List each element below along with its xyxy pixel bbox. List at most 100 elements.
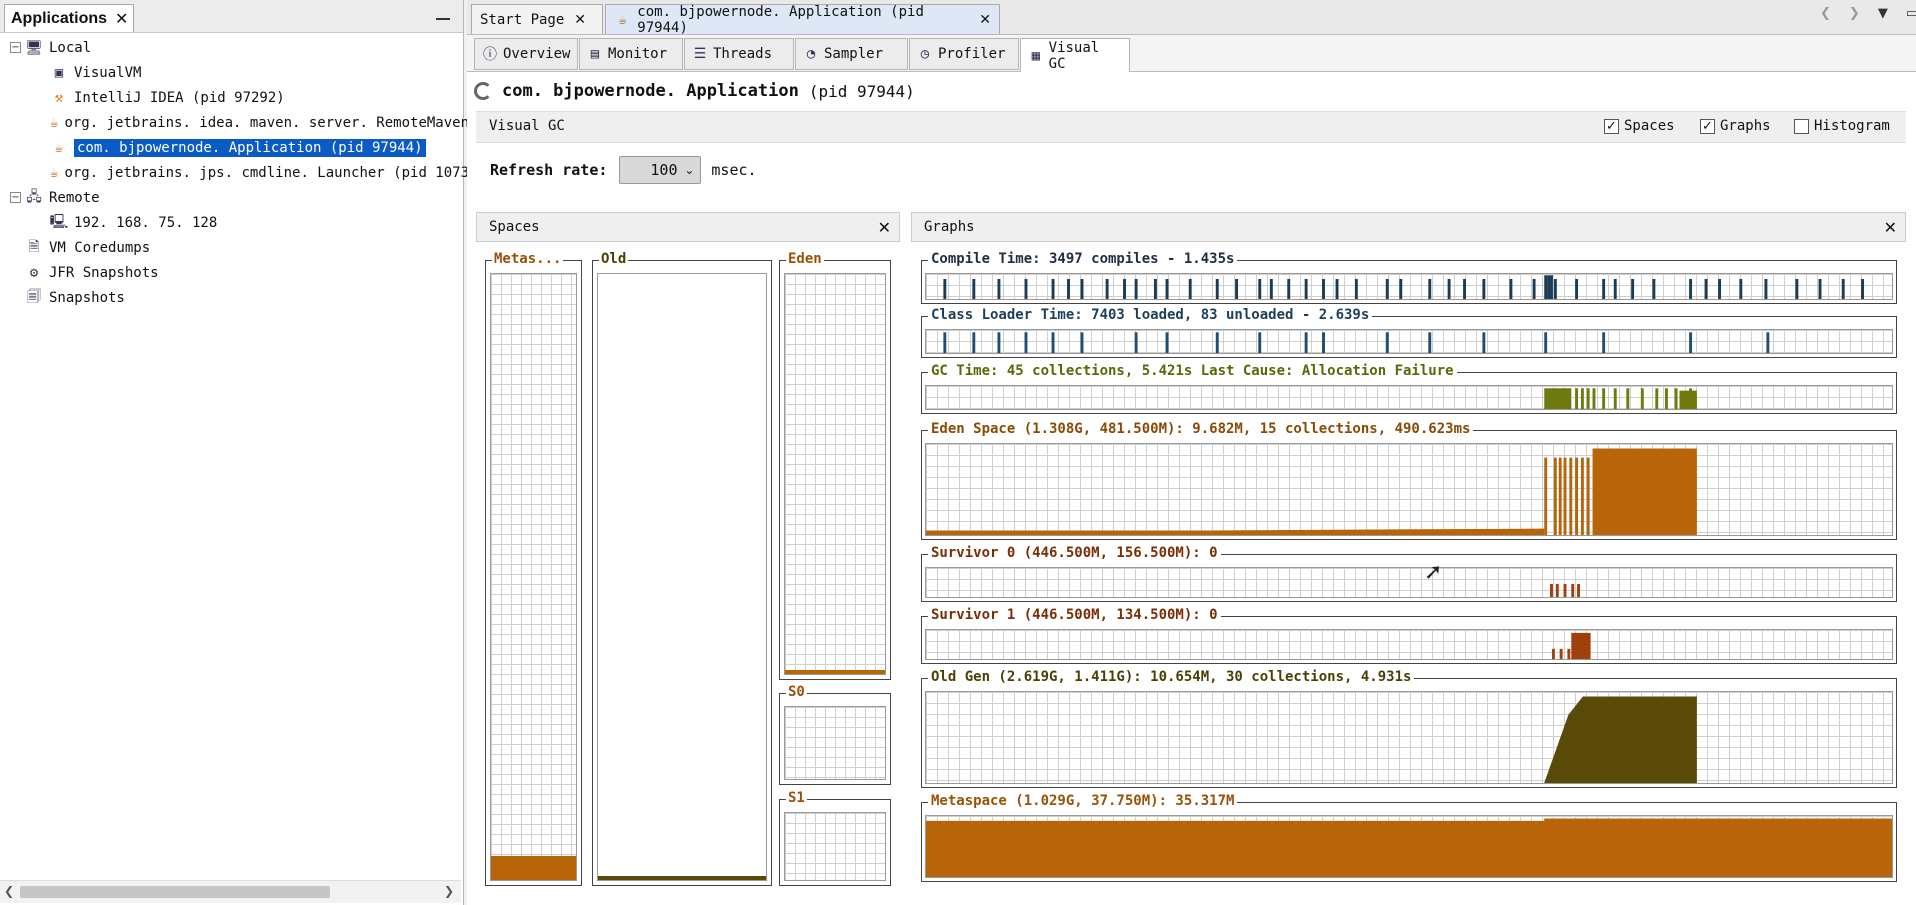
spike-mark	[1304, 332, 1308, 353]
tree-item[interactable]: ⚒ IntelliJ IDEA (pid 97292)	[10, 85, 460, 110]
close-icon[interactable]: ✕	[115, 9, 128, 29]
space-label: Metas...	[492, 251, 564, 267]
spike-mark	[1602, 279, 1606, 299]
space-fill	[491, 855, 576, 880]
java-icon: ☕	[50, 164, 59, 181]
tree-item[interactable]: ⚙ JFR Snapshots	[10, 260, 460, 285]
space-old: Old	[592, 251, 772, 886]
scroll-tabs-left-icon[interactable]: ❮	[1820, 6, 1831, 26]
spike-mark	[997, 279, 1001, 299]
java-icon: ☕	[618, 11, 627, 28]
spike-mark	[1613, 279, 1617, 299]
spike-mark	[1739, 279, 1743, 299]
space-grid	[784, 273, 886, 675]
tab-visual-gc[interactable]: ▦ Visual GC	[1020, 38, 1130, 72]
checkmark-icon[interactable]: ✓	[1604, 118, 1619, 134]
collapse-toggle-icon[interactable]: −	[10, 42, 21, 53]
close-icon[interactable]: ✕	[1884, 218, 1897, 237]
tree-item-label: org. jetbrains. idea. maven. server. Rem…	[64, 114, 486, 131]
space-grid	[597, 273, 767, 881]
tree-item[interactable]: 🖳 192. 168. 75. 128	[10, 210, 460, 235]
space-label: Old	[599, 251, 629, 267]
spike-mark	[1575, 388, 1579, 409]
tab-list-icon[interactable]: ▼	[1878, 6, 1888, 26]
checkmark-icon[interactable]: ✓	[1700, 118, 1715, 134]
scroll-right-icon[interactable]: ❯	[444, 884, 454, 898]
application-header: com. bjpowernode. Application (pid 97944…	[474, 78, 915, 104]
graph-label: Survivor 1 (446.500M, 134.500M): 0	[928, 607, 1221, 623]
spike-mark	[1664, 388, 1668, 409]
spike-mark	[1067, 279, 1070, 299]
spike-mark	[1215, 332, 1219, 353]
graphs-checkbox[interactable]: ✓ Graphs	[1700, 116, 1771, 136]
tab-threads[interactable]: ☰ Threads	[684, 38, 794, 70]
snapshot-icon: 🗐	[27, 288, 41, 305]
spaces-checkbox[interactable]: ✓ Spaces	[1604, 116, 1675, 136]
spike-mark	[1586, 457, 1590, 535]
spike-mark	[1215, 279, 1219, 299]
spike-mark	[1586, 388, 1590, 409]
space-grid	[490, 273, 577, 881]
spike-mark	[1575, 457, 1579, 535]
tree-item[interactable]: ☕ org. jetbrains. idea. maven. server. Re…	[10, 110, 486, 135]
spike-mark	[1550, 275, 1553, 299]
spike-mark	[1544, 275, 1548, 299]
spaces-panel-header: Spaces ✕	[476, 212, 900, 242]
spike-mark	[1258, 279, 1262, 299]
graph-old: Old Gen (2.619G, 1.411G): 10.654M, 30 co…	[921, 669, 1897, 788]
refresh-rate-select[interactable]: 100 ⌄	[619, 156, 702, 184]
scroll-left-icon[interactable]: ❮	[4, 884, 14, 898]
histogram-checkbox[interactable]: Histogram	[1794, 116, 1890, 136]
tree-item[interactable]: ▣ VisualVM	[10, 60, 460, 85]
checkbox-empty-icon[interactable]	[1794, 118, 1809, 134]
space-label: S0	[786, 684, 807, 700]
tree-item-label: JFR Snapshots	[49, 264, 159, 281]
tree-item[interactable]: ☕ org. jetbrains. jps. cmdline. Launcher …	[10, 160, 477, 185]
computer-icon: 🖥	[25, 39, 43, 56]
tab-profiler[interactable]: ◷ Profiler	[909, 38, 1019, 70]
close-icon[interactable]: ✕	[574, 12, 586, 28]
tree-item[interactable]: − 🖥 Local	[10, 35, 460, 60]
spike-mark	[1764, 279, 1768, 299]
graph-plot	[925, 691, 1893, 784]
tab-overview[interactable]: ⓘ Overview	[474, 38, 578, 70]
close-icon[interactable]: ✕	[878, 218, 891, 237]
spike-mark	[972, 332, 976, 353]
tab-label: com. bjpowernode. Application (pid 97944…	[637, 3, 924, 36]
spike-mark	[1399, 279, 1403, 299]
tab-start-page[interactable]: Start Page ✕	[471, 4, 603, 34]
area-mark	[1571, 632, 1591, 659]
spike-mark	[1704, 279, 1708, 299]
refresh-rate-label: Refresh rate:	[490, 161, 608, 179]
close-icon[interactable]: ✕	[979, 12, 991, 28]
scroll-tabs-right-icon[interactable]: ❯	[1849, 6, 1860, 26]
applications-tab[interactable]: Applications ✕	[4, 4, 134, 32]
spike-mark	[1482, 332, 1486, 353]
tree-item[interactable]: ☕ com. bjpowernode. Application (pid 9794…	[10, 135, 460, 160]
space-eden: Eden	[779, 251, 891, 680]
graph-spikes: Compile Time: 3497 compiles - 1.435s	[921, 251, 1897, 304]
tree-item[interactable]: 🗐 Snapshots	[10, 285, 460, 310]
area-mark	[926, 818, 1892, 877]
graph-svg	[943, 332, 1770, 353]
tab-sampler[interactable]: ◔ Sampler	[795, 38, 908, 70]
scrollbar-thumb[interactable]	[20, 886, 330, 898]
spike-mark	[1544, 457, 1548, 535]
spike-mark	[1024, 279, 1028, 299]
maximize-icon[interactable]: ▭	[1906, 6, 1916, 26]
graph-eden: Eden Space (1.308G, 481.500M): 9.682M, 1…	[921, 421, 1897, 540]
spike-mark	[1482, 279, 1486, 299]
application-pid: (pid 97944)	[808, 81, 915, 101]
tree-item[interactable]: − 🖧 Remote	[10, 185, 460, 210]
minimize-icon[interactable]	[436, 10, 452, 20]
tab-application[interactable]: ☕ com. bjpowernode. Application (pid 979…	[605, 3, 1000, 36]
collapse-toggle-icon[interactable]: −	[10, 192, 21, 203]
spike-mark	[1235, 279, 1239, 299]
tree-item[interactable]: 🗎 VM Coredumps	[10, 235, 460, 260]
spike-mark	[1631, 279, 1635, 299]
graph-label: GC Time: 45 collections, 5.421s Last Cau…	[928, 363, 1457, 379]
spike-mark	[1766, 332, 1770, 353]
graph-label: Class Loader Time: 7403 loaded, 83 unloa…	[928, 307, 1373, 323]
spike-mark	[1861, 279, 1864, 299]
tab-monitor[interactable]: ▤ Monitor	[579, 38, 683, 70]
